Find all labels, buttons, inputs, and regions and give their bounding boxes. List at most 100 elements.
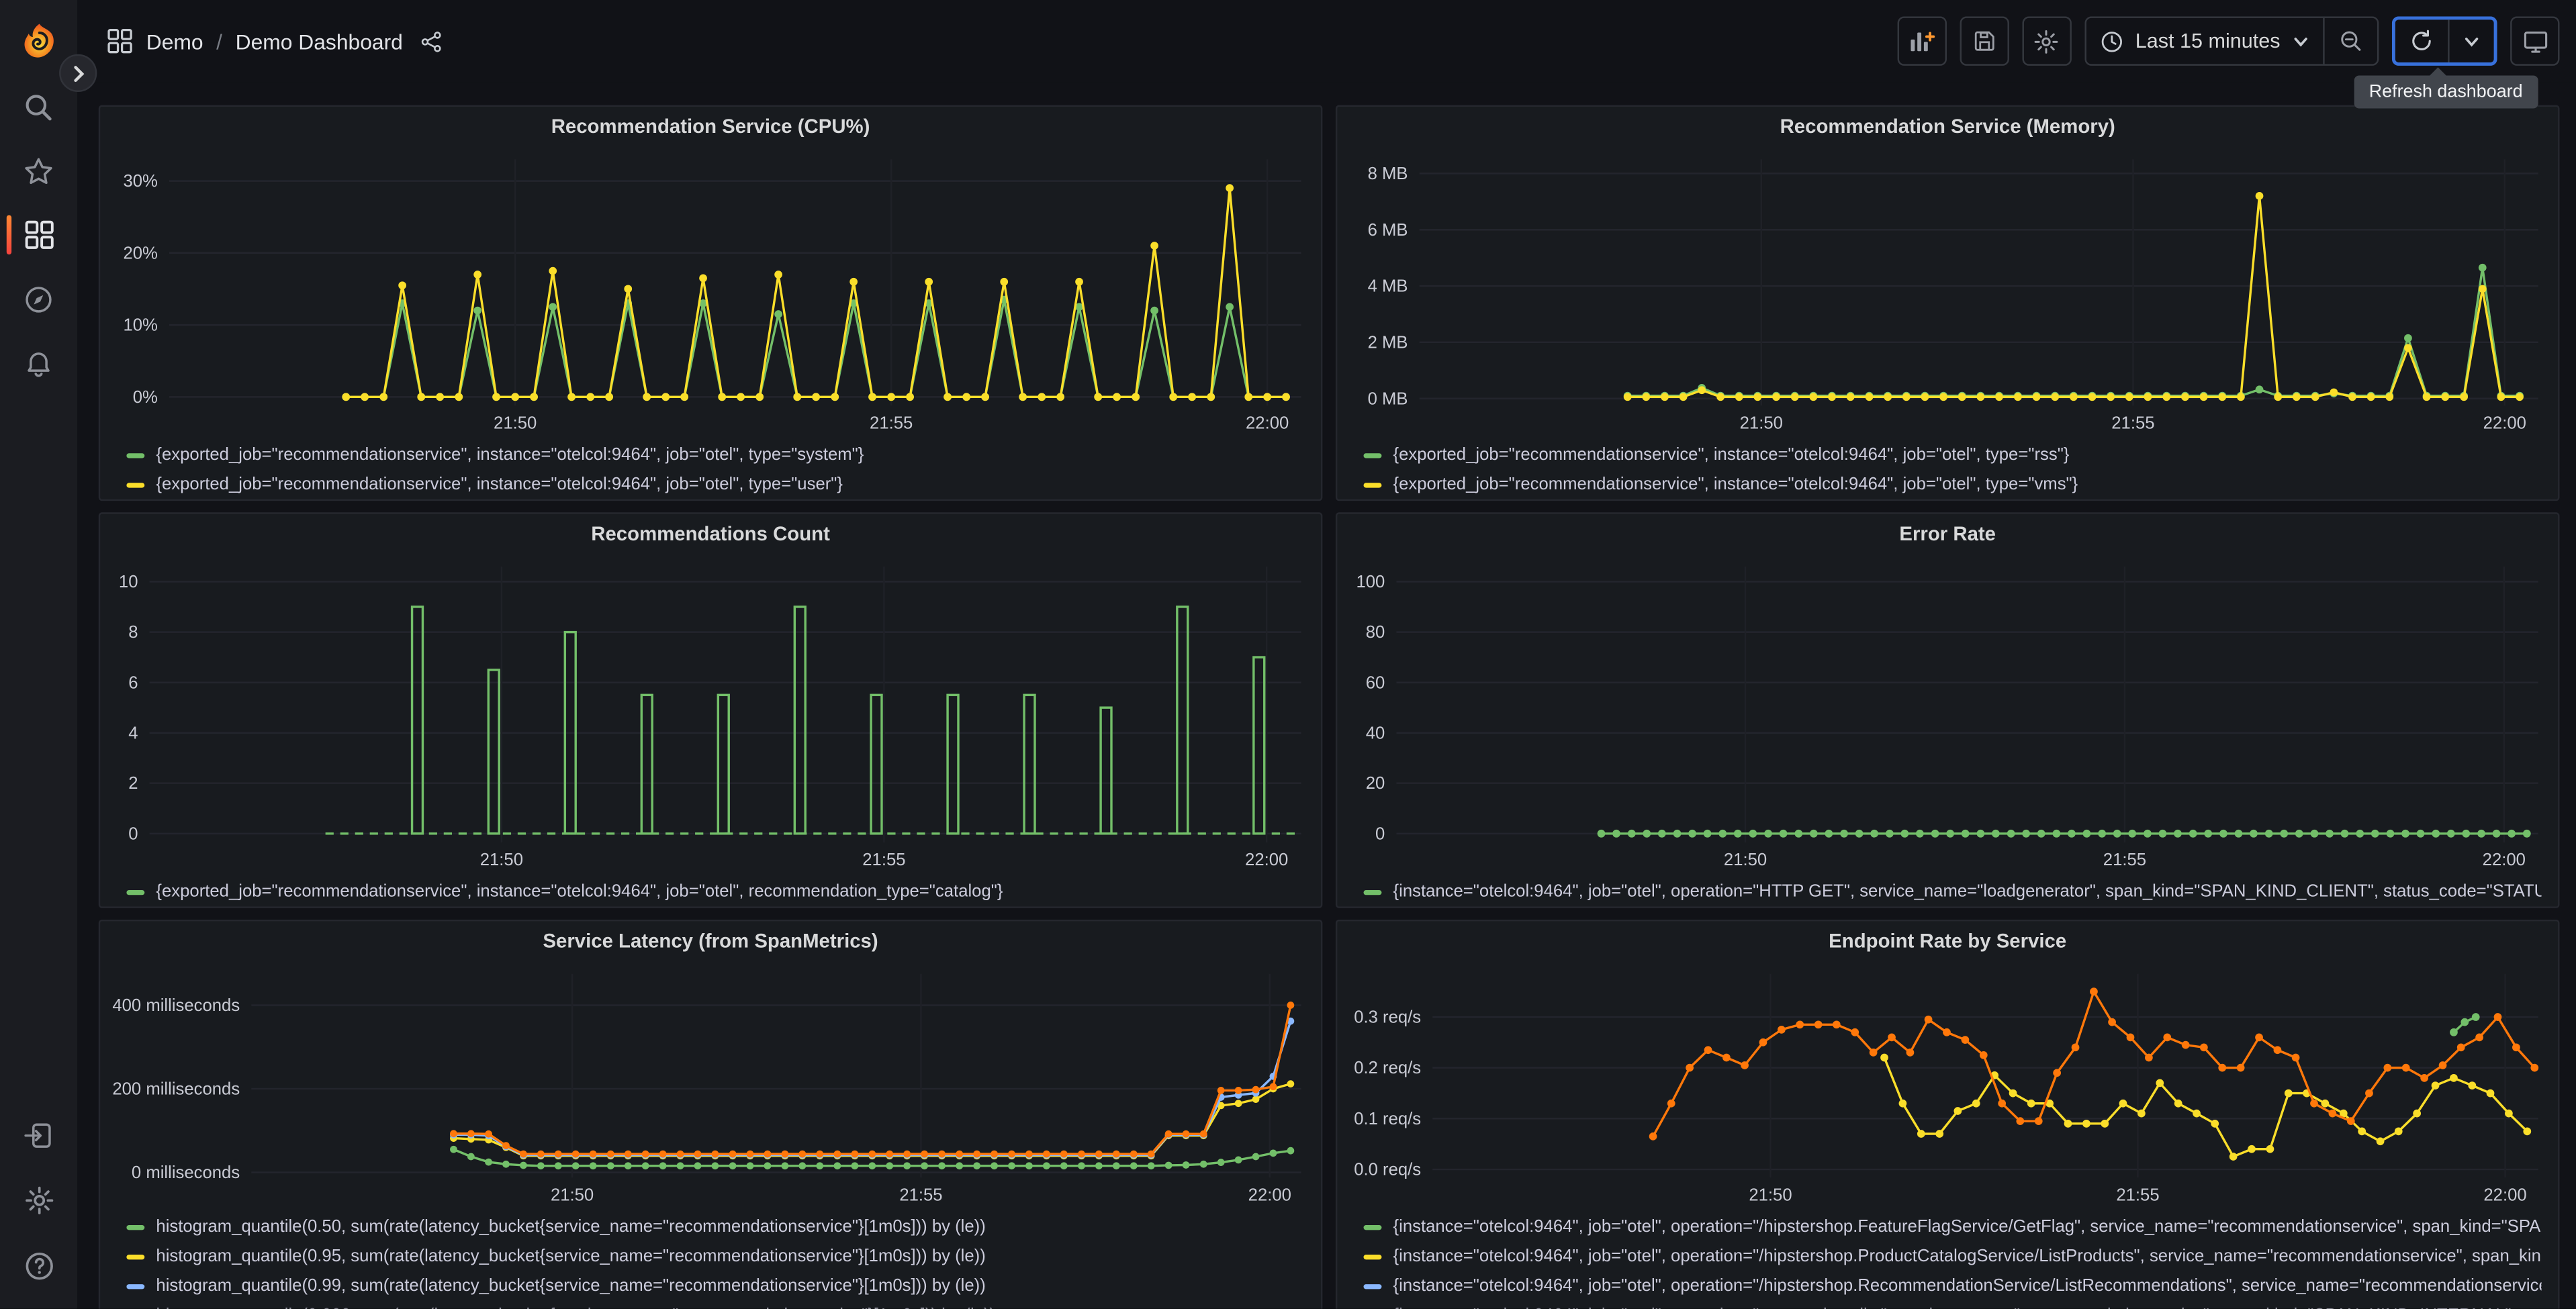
sidebar-item-sign-in[interactable] bbox=[0, 1107, 77, 1163]
svg-text:40: 40 bbox=[1366, 724, 1385, 742]
zoom-out-icon bbox=[2341, 31, 2361, 51]
chart-svg: 0 2 4 6 8 10 21:50 21:55 22:00 bbox=[119, 567, 1301, 869]
legend-series-swatch bbox=[1363, 889, 1382, 895]
panel-title[interactable]: Recommendation Service (CPU%) bbox=[100, 107, 1321, 146]
sidebar-item-explore[interactable] bbox=[0, 271, 77, 327]
legend-series-swatch bbox=[1363, 482, 1382, 487]
sidebar-item-help[interactable] bbox=[0, 1239, 77, 1294]
svg-text:0 MB: 0 MB bbox=[1368, 389, 1408, 408]
legend-item[interactable]: {instance="otelcol:9464", job="otel", op… bbox=[1363, 1212, 2542, 1241]
legend-item[interactable]: {exported_job="recommendationservice", i… bbox=[1363, 440, 2542, 470]
share-dashboard-button[interactable] bbox=[419, 29, 444, 54]
sidebar-item-configuration[interactable] bbox=[0, 1173, 77, 1228]
breadcrumb[interactable]: Demo / Demo Dashboard bbox=[107, 28, 444, 54]
svg-text:21:50: 21:50 bbox=[494, 414, 537, 433]
svg-text:2: 2 bbox=[128, 774, 138, 793]
chart-svg: 0 milliseconds 200 milliseconds 400 millis… bbox=[112, 973, 1301, 1204]
chart-error-rate[interactable]: 0 20 40 60 80 100 21:50 21:55 22:00 bbox=[1337, 553, 2558, 875]
time-range-picker[interactable]: Last 15 minutes bbox=[2086, 18, 2323, 64]
legend-series-swatch bbox=[126, 1283, 145, 1289]
add-panel-button[interactable] bbox=[1896, 16, 1947, 66]
legend-series-label: {instance="otelcol:9464", job="otel", op… bbox=[1393, 1216, 2542, 1237]
top-navigation: Demo / Demo Dashboard Last 15 minutes bbox=[77, 0, 2576, 83]
legend-series-swatch bbox=[126, 889, 145, 895]
panel-title[interactable]: Endpoint Rate by Service bbox=[1337, 921, 2558, 961]
legend-item[interactable]: {instance="otelcol:9464", job="otel", op… bbox=[1363, 877, 2542, 906]
legend-item[interactable]: {instance="otelcol:9464", job="otel", op… bbox=[1363, 1241, 2542, 1271]
legend-series-swatch bbox=[126, 1253, 145, 1259]
legend-item[interactable]: {instance="otelcol:9464", job="otel", op… bbox=[1363, 1271, 2542, 1301]
chart-svg: 0% 10% 20% 30% 21:50 21:55 22:00 bbox=[123, 159, 1301, 433]
svg-text:22:00: 22:00 bbox=[1246, 414, 1289, 433]
legend-item[interactable]: {exported_job="recommendationservice", i… bbox=[1363, 470, 2542, 499]
svg-text:20%: 20% bbox=[123, 244, 157, 262]
svg-text:100: 100 bbox=[1356, 573, 1385, 591]
bell-icon bbox=[28, 351, 50, 377]
legend-item[interactable]: {exported_job="recommendationservice", i… bbox=[126, 470, 1304, 499]
time-controls-group: Last 15 minutes bbox=[2084, 16, 2379, 66]
legend-series-label: {instance="otelcol:9464", job="otel", op… bbox=[1393, 1246, 2542, 1267]
panel-title[interactable]: Service Latency (from SpanMetrics) bbox=[100, 921, 1321, 961]
chart-svg: 0.0 req/s 0.1 req/s 0.2 req/s 0.3 req/s 21:5… bbox=[1354, 973, 2539, 1204]
legend-series-label: {instance="otelcol:9464", job="otel", op… bbox=[1393, 881, 2542, 902]
sidebar-item-alerting[interactable] bbox=[0, 337, 77, 393]
breadcrumb-folder[interactable]: Demo bbox=[146, 29, 203, 54]
svg-text:0.1 req/s: 0.1 req/s bbox=[1354, 1110, 1421, 1128]
monitor-icon bbox=[2523, 30, 2546, 52]
legend-item[interactable]: {exported_job="recommendationservice", i… bbox=[126, 440, 1304, 470]
svg-text:8 MB: 8 MB bbox=[1368, 164, 1408, 183]
svg-text:22:00: 22:00 bbox=[1245, 851, 1288, 869]
svg-text:0: 0 bbox=[1375, 824, 1385, 843]
legend-item[interactable]: {exported_job="recommendationservice", i… bbox=[126, 877, 1304, 906]
svg-text:22:00: 22:00 bbox=[2483, 851, 2526, 869]
svg-text:8: 8 bbox=[128, 623, 138, 642]
sidebar-expand-button[interactable] bbox=[59, 54, 97, 92]
gear-icon bbox=[2035, 29, 2059, 53]
svg-text:21:55: 21:55 bbox=[2103, 851, 2146, 869]
svg-text:0.2 req/s: 0.2 req/s bbox=[1354, 1059, 1421, 1077]
grafana-flame-icon bbox=[24, 23, 53, 58]
svg-text:22:00: 22:00 bbox=[2483, 414, 2526, 433]
save-dashboard-button[interactable] bbox=[1959, 16, 2009, 66]
dashboard-settings-button[interactable] bbox=[2021, 16, 2072, 66]
svg-text:0%: 0% bbox=[133, 388, 158, 407]
panel-title[interactable]: Recommendations Count bbox=[100, 514, 1321, 554]
chart-count[interactable]: 0 2 4 6 8 10 21:50 21:55 22:00 bbox=[100, 553, 1321, 875]
legend-series-swatch bbox=[126, 452, 145, 458]
legend-item[interactable]: histogram_quantile(0.99, sum(rate(latenc… bbox=[126, 1271, 1304, 1301]
panel-endpoint-rate: Endpoint Rate by Service 0.0 req/s 0.1 re… bbox=[1335, 919, 2560, 1309]
chart-memory[interactable]: 0 MB 2 MB 4 MB 6 MB 8 MB 21:50 21:55 22:00 bbox=[1337, 146, 2558, 438]
chart-cpu[interactable]: 0% 10% 20% 30% 21:50 21:55 22:00 bbox=[100, 146, 1321, 438]
legend: histogram_quantile(0.50, sum(rate(latenc… bbox=[100, 1210, 1321, 1309]
panel-title[interactable]: Error Rate bbox=[1337, 514, 2558, 554]
chart-endpoint-rate[interactable]: 0.0 req/s 0.1 req/s 0.2 req/s 0.3 req/s 21:5… bbox=[1337, 961, 2558, 1210]
legend-item[interactable]: histogram_quantile(0.50, sum(rate(latenc… bbox=[126, 1212, 1304, 1241]
svg-text:0: 0 bbox=[128, 824, 138, 843]
svg-text:21:50: 21:50 bbox=[1740, 414, 1783, 433]
share-icon bbox=[422, 30, 442, 52]
cycle-view-mode-button[interactable] bbox=[2510, 16, 2560, 66]
sidebar-item-starred[interactable] bbox=[0, 143, 77, 199]
chart-svg: 0 MB 2 MB 4 MB 6 MB 8 MB 21:50 21:55 22:00 bbox=[1368, 159, 2538, 433]
refresh-dashboard-button[interactable] bbox=[2395, 19, 2448, 62]
save-icon bbox=[1974, 31, 1994, 51]
legend-series-swatch bbox=[1363, 1283, 1382, 1289]
legend-series-swatch bbox=[1363, 1224, 1382, 1230]
zoom-out-time-button[interactable] bbox=[2323, 17, 2377, 64]
svg-text:21:50: 21:50 bbox=[551, 1185, 594, 1204]
refresh-interval-dropdown[interactable] bbox=[2448, 19, 2493, 62]
legend-series-label: {exported_job="recommendationservice", i… bbox=[156, 444, 864, 465]
sidebar-item-dashboards[interactable] bbox=[0, 207, 77, 262]
legend: {exported_job="recommendationservice", i… bbox=[1337, 438, 2558, 499]
chart-latency[interactable]: 0 milliseconds 200 milliseconds 400 millis… bbox=[100, 961, 1321, 1210]
svg-text:0.0 req/s: 0.0 req/s bbox=[1354, 1161, 1421, 1179]
legend-item[interactable]: histogram_quantile(0.95, sum(rate(latenc… bbox=[126, 1241, 1304, 1271]
panel-title[interactable]: Recommendation Service (Memory) bbox=[1337, 107, 2558, 146]
dashboards-grid-icon bbox=[24, 220, 53, 249]
svg-text:4 MB: 4 MB bbox=[1368, 277, 1408, 295]
svg-text:21:55: 21:55 bbox=[862, 851, 905, 869]
svg-text:21:50: 21:50 bbox=[480, 851, 523, 869]
svg-text:400 milliseconds: 400 milliseconds bbox=[112, 996, 240, 1015]
breadcrumb-dashboard[interactable]: Demo Dashboard bbox=[236, 29, 403, 54]
refresh-icon bbox=[2412, 30, 2431, 50]
